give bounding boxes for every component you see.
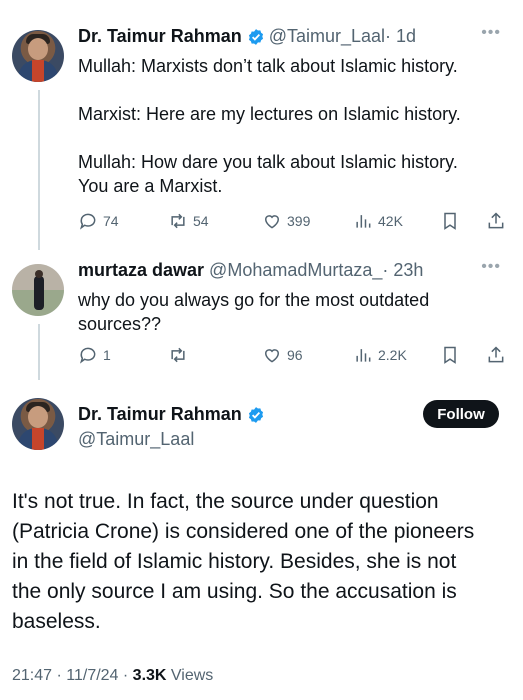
- tweet-time[interactable]: · 1d: [385, 26, 416, 47]
- author-handle[interactable]: @MohamadMurtaza_: [209, 260, 382, 281]
- views-button[interactable]: 42K: [353, 211, 403, 231]
- views-label: Views: [166, 667, 214, 684]
- thread-line: [38, 90, 40, 250]
- tweet-text: It's not true. In fact, the source under…: [12, 490, 475, 633]
- author-handle[interactable]: @Taimur_Laal: [78, 429, 194, 450]
- avatar[interactable]: [12, 398, 64, 450]
- author-name[interactable]: Dr. Taimur Rahman: [78, 404, 242, 425]
- author-name[interactable]: Dr. Taimur Rahman: [78, 26, 242, 47]
- reply-button[interactable]: 1: [78, 345, 111, 365]
- views-bars-icon: [356, 215, 371, 228]
- tweet-meta: 21:47 · 11/7/24 · 3.3K Views: [12, 667, 213, 685]
- reply-icon: [79, 213, 96, 230]
- tweet-actions: 1 96 2.2K: [78, 345, 508, 369]
- retweet-count: 54: [193, 213, 209, 229]
- tweet-actions: 74 54 399 42K: [78, 211, 508, 235]
- share-button[interactable]: [486, 345, 511, 365]
- share-icon: [488, 346, 504, 363]
- reply-icon: [79, 347, 96, 364]
- more-dots-icon[interactable]: •••: [481, 258, 501, 276]
- verified-badge-icon: [248, 28, 263, 45]
- retweet-button[interactable]: [168, 345, 193, 365]
- views-count: 3.3K: [132, 667, 167, 684]
- tweet-header: murtaza dawar @MohamadMurtaza_ · 23h: [78, 260, 423, 281]
- author-handle[interactable]: @Taimur_Laal: [269, 26, 385, 47]
- bookmark-icon: [444, 212, 456, 230]
- bookmark-button[interactable]: [440, 345, 465, 365]
- reply-button[interactable]: 74: [78, 211, 119, 231]
- like-count: 399: [287, 213, 311, 229]
- tweet-text: Mullah: Marxists don’t talk about Islami…: [78, 56, 461, 196]
- avatar[interactable]: [12, 30, 64, 82]
- tweet-header: Dr. Taimur Rahman: [78, 404, 269, 425]
- tweet-time[interactable]: · 23h: [382, 260, 423, 281]
- like-button[interactable]: 96: [262, 345, 303, 365]
- heart-icon: [264, 349, 280, 363]
- verified-badge-icon: [248, 406, 263, 423]
- views-bars-icon: [356, 349, 371, 362]
- avatar[interactable]: [12, 264, 64, 316]
- more-dots-icon[interactable]: •••: [481, 24, 501, 42]
- like-count: 96: [287, 347, 303, 363]
- retweet-button[interactable]: 54: [168, 211, 209, 231]
- author-name[interactable]: murtaza dawar: [78, 260, 204, 281]
- follow-button[interactable]: Follow: [423, 400, 499, 428]
- share-button[interactable]: [486, 211, 511, 231]
- views-count: 42K: [378, 213, 403, 229]
- retweet-icon: [171, 347, 185, 363]
- retweet-icon: [171, 213, 185, 229]
- reply-count: 1: [103, 347, 111, 363]
- thread-line: [38, 324, 40, 380]
- tweet-header: @Taimur_Laal: [78, 429, 194, 450]
- tweet-header: Dr. Taimur Rahman @Taimur_Laal · 1d: [78, 26, 416, 47]
- views-button[interactable]: 2.2K: [353, 345, 407, 365]
- share-icon: [488, 212, 504, 229]
- heart-icon: [264, 215, 280, 229]
- views-count: 2.2K: [378, 347, 407, 363]
- tweet-text: why do you always go for the most outdat…: [78, 290, 430, 334]
- tweet-timestamp[interactable]: 21:47 · 11/7/24 ·: [12, 667, 133, 684]
- reply-count: 74: [103, 213, 119, 229]
- like-button[interactable]: 399: [262, 211, 310, 231]
- bookmark-button[interactable]: [440, 211, 465, 231]
- bookmark-icon: [444, 346, 456, 364]
